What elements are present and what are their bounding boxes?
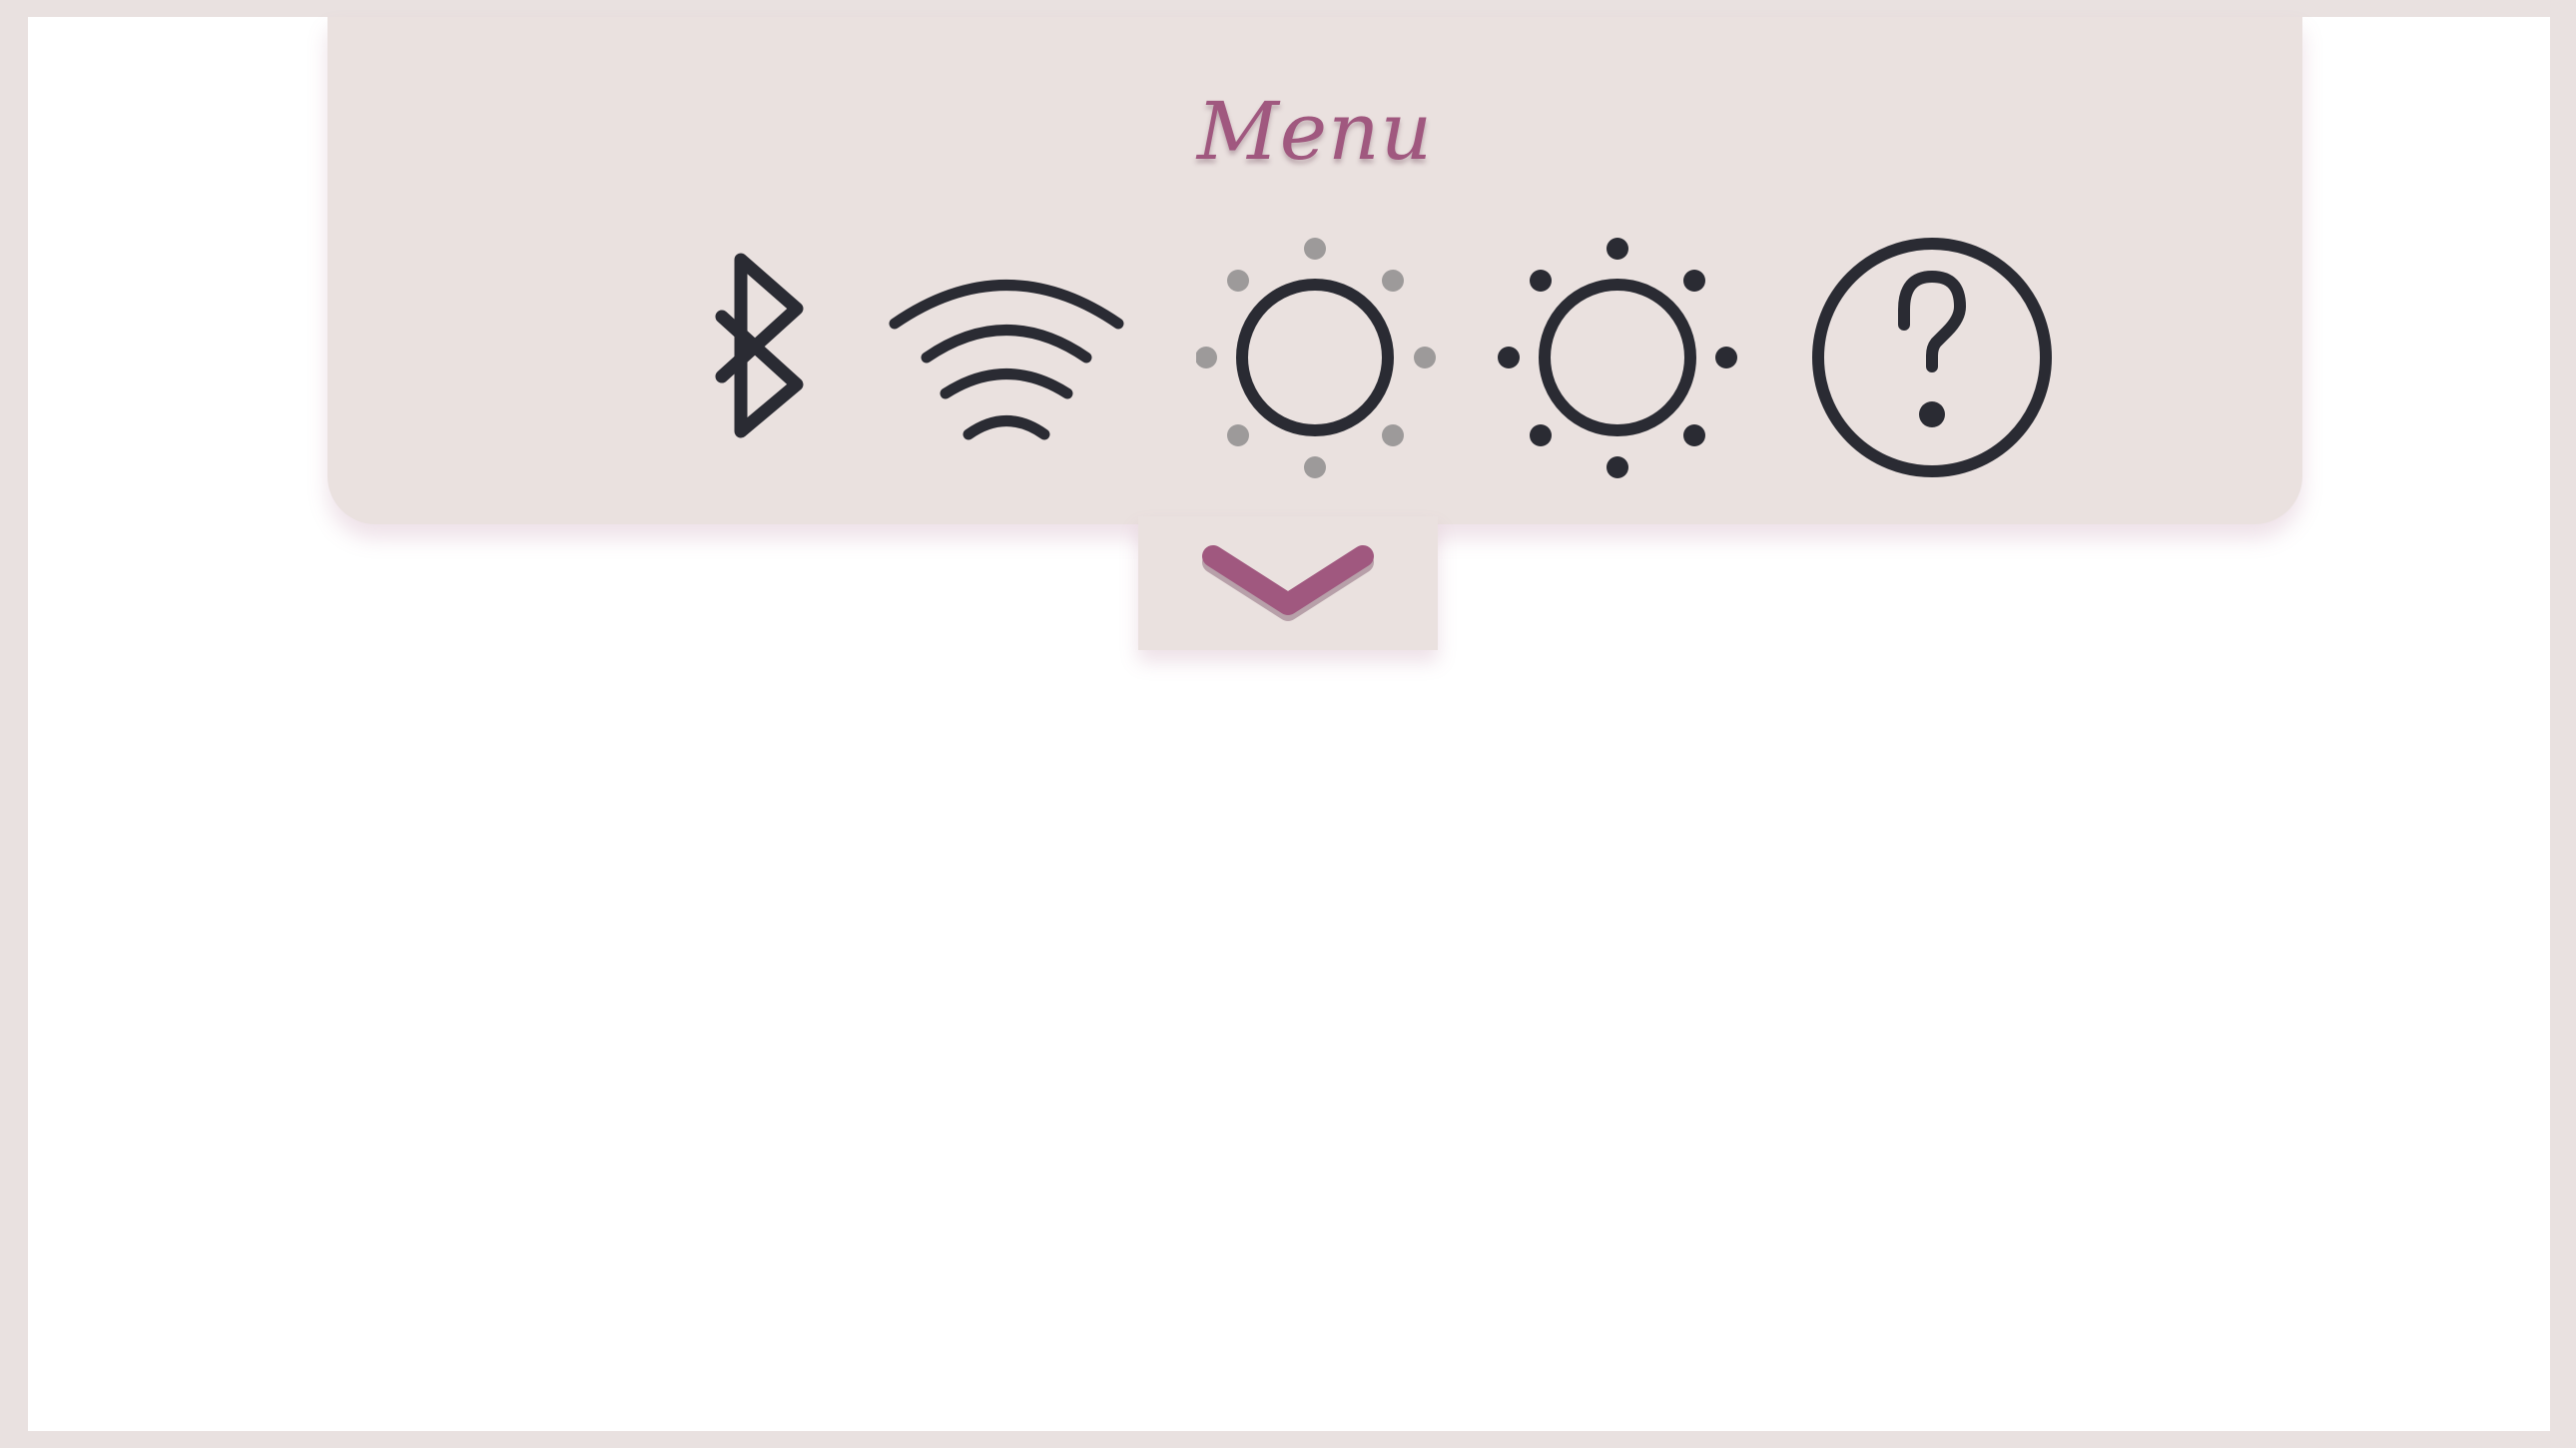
menu-toggle-button[interactable] (1138, 516, 1438, 650)
brightness-high-glyph (1498, 238, 1737, 478)
wifi-icon[interactable] (887, 217, 1126, 496)
screen: Menu (28, 17, 2550, 1431)
wifi-glyph (889, 280, 1124, 440)
brightness-high-icon[interactable] (1498, 217, 1737, 496)
help-icon[interactable] (1805, 217, 2055, 496)
bluetooth-glyph (715, 253, 804, 438)
brightness-low-glyph (1196, 238, 1436, 478)
bluetooth-icon[interactable] (677, 217, 817, 496)
menu-panel: Menu (327, 17, 2302, 524)
help-glyph (1812, 238, 2052, 477)
brightness-low-icon[interactable] (1196, 217, 1436, 496)
menu-icon-row (327, 217, 2302, 496)
chevron-down-icon (1202, 545, 1374, 621)
menu-title: Menu (1196, 85, 1434, 178)
